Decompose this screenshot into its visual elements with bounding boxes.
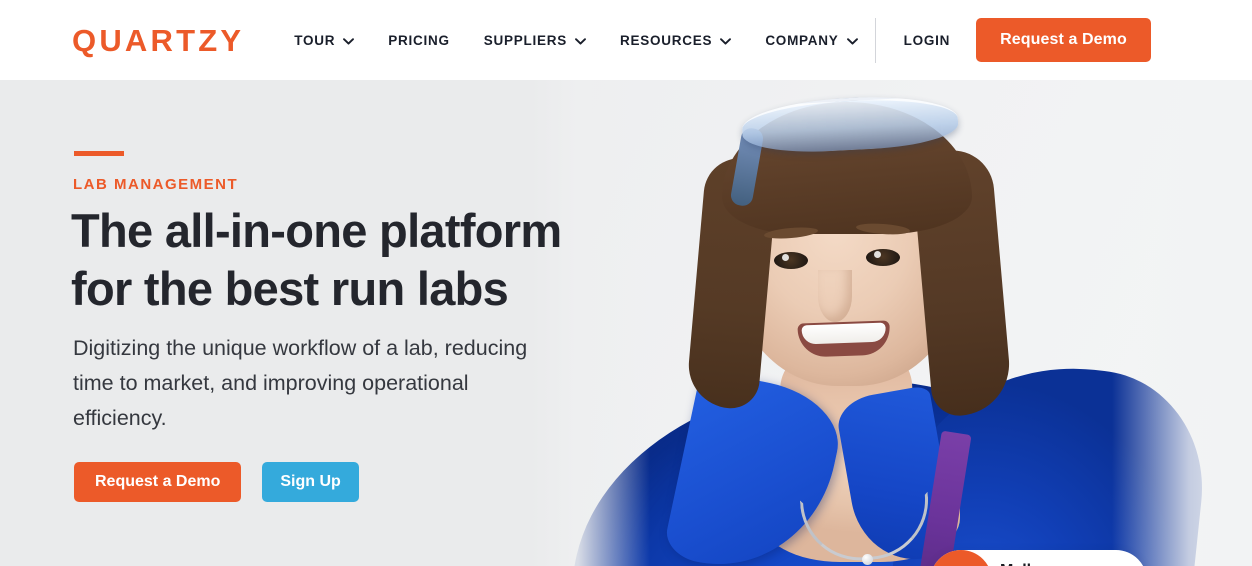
header-divider [874, 17, 876, 63]
nav-item-pricing[interactable]: PRICING [371, 0, 467, 80]
nav-item-resources-label: RESOURCES [620, 32, 713, 48]
hero-cta-row: Request a Demo Sign Up [74, 462, 359, 502]
chevron-down-icon [846, 37, 858, 45]
chevron-down-icon [575, 37, 586, 45]
necklace-pendant [862, 554, 873, 565]
persona-card[interactable]: Mallory Lab Manager [930, 550, 1147, 566]
nav-item-suppliers[interactable]: SUPPLIERS [467, 0, 603, 80]
hero-eyebrow: LAB MANAGEMENT [73, 176, 239, 193]
chevron-down-icon [343, 37, 355, 45]
nav-item-suppliers-label: SUPPLIERS [483, 32, 568, 48]
nav-item-tour[interactable]: TOUR [277, 0, 371, 80]
hero-photo [530, 80, 1252, 566]
page-title: The all-in-one platform for the best run… [71, 202, 611, 318]
persona-text: Mallory Lab Manager [1000, 562, 1088, 566]
nav-item-tour-label: TOUR [294, 32, 336, 48]
nav-item-company-label: COMPANY [765, 32, 839, 48]
login-link[interactable]: LOGIN [904, 33, 951, 48]
chevron-down-icon [720, 37, 732, 45]
eye-right [866, 249, 900, 266]
nose [818, 270, 852, 322]
hero-subcopy: Digitizing the unique workflow of a lab,… [73, 336, 528, 430]
header-actions: LOGIN Request a Demo [874, 0, 1252, 80]
nav-item-pricing-label: PRICING [388, 32, 450, 48]
eye-left [774, 252, 808, 269]
persona-name: Mallory [1000, 562, 1088, 566]
nav-item-resources[interactable]: RESOURCES [603, 0, 748, 80]
hero-request-demo-button[interactable]: Request a Demo [74, 462, 242, 502]
header-request-demo-button[interactable]: Request a Demo [976, 18, 1151, 62]
quartzy-logo[interactable]: QUARTZY [72, 25, 244, 56]
photo-right-fade [1112, 80, 1252, 566]
headline-line-1: The all-in-one platform [71, 204, 562, 257]
primary-navigation: TOUR PRICING SUPPLIERS RESOURCES COMPANY [277, 0, 874, 80]
hero-copy: LAB MANAGEMENT The all-in-one platform f… [0, 80, 562, 566]
hero-sign-up-button[interactable]: Sign Up [262, 462, 359, 502]
site-header: QUARTZY TOUR PRICING SUPPLIERS RESOURCES [0, 0, 1252, 80]
accent-rule [74, 151, 124, 156]
headline-line-2: for the best run labs [71, 262, 509, 315]
hero-section: LAB MANAGEMENT The all-in-one platform f… [0, 80, 1252, 566]
nav-item-company[interactable]: COMPANY [748, 0, 874, 80]
page-root: QUARTZY TOUR PRICING SUPPLIERS RESOURCES [0, 0, 1252, 566]
